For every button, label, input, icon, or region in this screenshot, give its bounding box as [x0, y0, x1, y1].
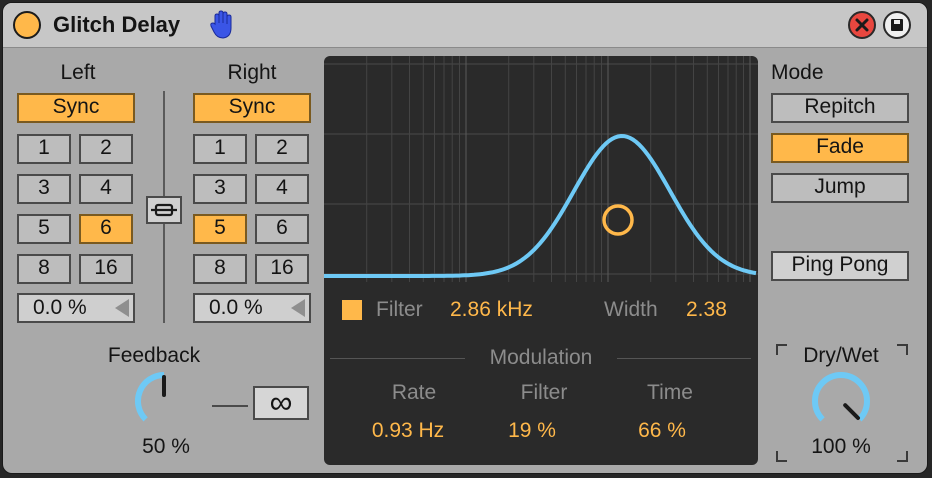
- modulation-divider-left: [330, 358, 465, 359]
- freeze-button[interactable]: ∞: [253, 386, 309, 420]
- feedback-value: 50 %: [142, 435, 190, 458]
- left-beat-1-button[interactable]: 1: [17, 134, 71, 164]
- drywet-knob-track: [812, 372, 870, 422]
- right-offset-value: 0.0 %: [209, 296, 263, 319]
- drywet-value: 100 %: [811, 435, 871, 458]
- width-value[interactable]: 2.38: [686, 298, 727, 322]
- left-offset-arrow-icon: [115, 299, 129, 317]
- hand-icon: [210, 10, 232, 39]
- close-icon[interactable]: [848, 11, 876, 39]
- left-beat-6-button[interactable]: 6: [79, 214, 133, 244]
- rate-label: Rate: [391, 381, 437, 404]
- filter-panel: Filter 2.86 kHz Width 2.38 Modulation Ra…: [324, 56, 758, 465]
- left-offset-value: 0.0 %: [33, 296, 87, 319]
- device-title: Glitch Delay: [53, 12, 181, 37]
- left-beat-2-button[interactable]: 2: [79, 134, 133, 164]
- time-label: Time: [647, 381, 693, 404]
- right-offset-arrow-icon: [291, 299, 305, 317]
- right-beat-1-button[interactable]: 1: [193, 134, 247, 164]
- left-beat-3-button[interactable]: 3: [17, 174, 71, 204]
- glitch-delay-device: Glitch Delay Left Sync 1 2 3 4 5 6 8 16 0.0 %: [2, 2, 928, 474]
- mod-filter-label: Filter: [520, 381, 568, 404]
- filter-toggle[interactable]: [342, 300, 362, 320]
- ping-pong-button[interactable]: Ping Pong: [771, 251, 909, 281]
- left-beat-8-button[interactable]: 8: [17, 254, 71, 284]
- mod-filter-value[interactable]: 19 %: [472, 419, 592, 443]
- right-beat-4-button[interactable]: 4: [255, 174, 309, 204]
- drywet-knob[interactable]: [806, 369, 876, 431]
- drywet-knob-needle: [843, 403, 860, 420]
- filter-label: Filter: [376, 298, 423, 321]
- right-beat-16-button[interactable]: 16: [255, 254, 309, 284]
- filter-graph-grid: [324, 56, 758, 282]
- left-offset-field[interactable]: 0.0 %: [17, 293, 135, 323]
- left-beat-5-button[interactable]: 5: [17, 214, 71, 244]
- feedback-knob-track: [134, 372, 165, 422]
- right-beat-6-button[interactable]: 6: [255, 214, 309, 244]
- power-icon[interactable]: [13, 11, 41, 39]
- feedback-knob[interactable]: [129, 369, 199, 431]
- feedback-connector: [212, 405, 248, 407]
- modulation-divider-right: [617, 358, 751, 359]
- mode-heading: Mode: [771, 61, 824, 84]
- rate-value[interactable]: 0.93 Hz: [348, 419, 468, 443]
- right-sync-button[interactable]: Sync: [193, 93, 311, 123]
- link-button[interactable]: [146, 196, 182, 224]
- right-beat-5-button[interactable]: 5: [193, 214, 247, 244]
- left-sync-button[interactable]: Sync: [17, 93, 135, 123]
- left-heading: Left: [60, 61, 96, 84]
- title-bar: Glitch Delay: [3, 3, 927, 48]
- modulation-heading: Modulation: [489, 346, 593, 369]
- mode-fade-button[interactable]: Fade: [771, 133, 909, 163]
- mode-jump-button[interactable]: Jump: [771, 173, 909, 203]
- mode-repitch-button[interactable]: Repitch: [771, 93, 909, 123]
- drywet-label: Dry/Wet: [803, 344, 879, 367]
- width-label: Width: [604, 298, 658, 321]
- right-heading: Right: [227, 61, 277, 84]
- left-beat-16-button[interactable]: 16: [79, 254, 133, 284]
- right-beat-3-button[interactable]: 3: [193, 174, 247, 204]
- left-beat-4-button[interactable]: 4: [79, 174, 133, 204]
- time-value[interactable]: 66 %: [602, 419, 722, 443]
- right-beat-8-button[interactable]: 8: [193, 254, 247, 284]
- link-icon: [151, 203, 177, 217]
- filter-curve: [324, 133, 757, 278]
- filter-freq-value[interactable]: 2.86 kHz: [450, 298, 533, 322]
- filter-graph[interactable]: [324, 56, 758, 286]
- right-beat-2-button[interactable]: 2: [255, 134, 309, 164]
- feedback-label: Feedback: [107, 344, 201, 367]
- save-icon[interactable]: [883, 11, 911, 39]
- right-offset-field[interactable]: 0.0 %: [193, 293, 311, 323]
